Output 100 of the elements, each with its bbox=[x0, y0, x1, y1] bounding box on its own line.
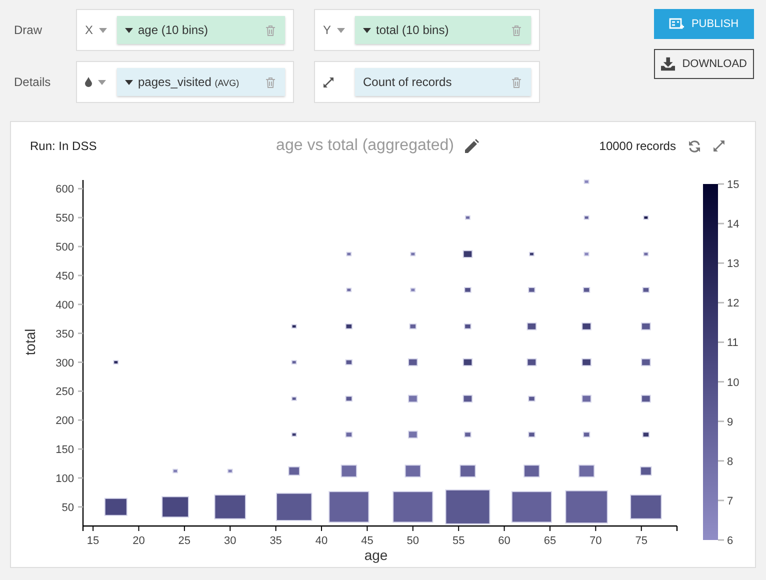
heat-cell bbox=[214, 494, 246, 520]
field-name: pages_visited (AVG) bbox=[138, 75, 240, 89]
heat-cell bbox=[408, 394, 418, 403]
heat-cell bbox=[584, 215, 590, 220]
heat-cell bbox=[291, 324, 297, 329]
record-count: 10000 records bbox=[599, 139, 676, 153]
heat-cell bbox=[410, 288, 416, 292]
color-scale-label: 12 bbox=[727, 298, 740, 310]
y-tick-label: 200 bbox=[56, 415, 74, 428]
heat-cell bbox=[582, 287, 590, 293]
heat-cell bbox=[408, 430, 418, 438]
y-tick-label: 550 bbox=[56, 212, 74, 225]
field-pill[interactable]: pages_visited (AVG) bbox=[117, 68, 285, 96]
heat-cell bbox=[528, 287, 536, 293]
heat-cell bbox=[392, 491, 434, 523]
x-tick-label: 40 bbox=[315, 535, 328, 547]
field-name: total (10 bins) bbox=[376, 23, 450, 37]
heat-cell bbox=[328, 491, 370, 523]
y-tick-label: 100 bbox=[56, 472, 74, 485]
axis-label: X bbox=[85, 23, 94, 37]
trash-icon[interactable] bbox=[266, 76, 275, 88]
heat-cell bbox=[642, 287, 650, 293]
caret-icon[interactable] bbox=[363, 28, 371, 32]
y-tick-label: 500 bbox=[56, 242, 74, 254]
heat-cell bbox=[462, 358, 473, 366]
heat-cell bbox=[643, 252, 649, 256]
heat-cell bbox=[408, 358, 418, 366]
heat-cell bbox=[578, 464, 595, 478]
heat-cell bbox=[104, 498, 128, 516]
heat-cell bbox=[582, 432, 590, 438]
expand-icon[interactable] bbox=[712, 140, 725, 152]
color-scale-label: 15 bbox=[727, 179, 740, 191]
field-name: Count of records bbox=[363, 75, 453, 89]
field-pill[interactable]: Count of records bbox=[355, 68, 531, 96]
heat-cell bbox=[524, 464, 540, 478]
heat-cell bbox=[582, 358, 592, 366]
heat-cell bbox=[113, 360, 119, 364]
heat-cell bbox=[584, 252, 590, 256]
x-tick-label: 35 bbox=[270, 535, 282, 547]
heat-cell bbox=[291, 432, 297, 437]
caret-icon[interactable] bbox=[125, 80, 133, 84]
heat-cell bbox=[643, 215, 649, 220]
trash-icon[interactable] bbox=[512, 24, 521, 36]
heat-cell bbox=[511, 491, 552, 523]
heat-cell bbox=[641, 358, 651, 366]
refresh-icon[interactable] bbox=[688, 140, 701, 152]
caret-icon[interactable] bbox=[125, 28, 133, 32]
x-tick-label: 15 bbox=[86, 535, 100, 547]
heat-cell bbox=[464, 323, 472, 330]
heat-cell bbox=[460, 464, 476, 478]
heat-cell bbox=[526, 358, 537, 366]
expand-icon bbox=[323, 76, 334, 88]
color-scale-label: 8 bbox=[727, 456, 734, 468]
trash-icon[interactable] bbox=[266, 24, 275, 36]
color-scale-label: 10 bbox=[727, 376, 740, 389]
x-tick-label: 70 bbox=[590, 535, 602, 547]
x-tick-label: 55 bbox=[452, 535, 465, 547]
heat-cell bbox=[640, 466, 652, 476]
heat-cell bbox=[227, 468, 233, 474]
heat-cell bbox=[345, 396, 353, 402]
heat-cell bbox=[345, 323, 353, 330]
y-tick-label: 50 bbox=[62, 502, 74, 514]
heat-cell bbox=[404, 464, 422, 478]
x-tick-label: 60 bbox=[498, 535, 510, 547]
heat-cell bbox=[642, 432, 650, 438]
y-tick-label: 400 bbox=[56, 299, 74, 312]
heat-cell bbox=[410, 252, 416, 256]
heat-cell bbox=[528, 396, 536, 402]
heat-cell bbox=[462, 394, 473, 403]
heat-cell bbox=[641, 394, 651, 403]
field-pill[interactable]: total (10 bins) bbox=[355, 16, 531, 44]
heat-cell bbox=[462, 250, 473, 258]
field-pill[interactable]: age (10 bins) bbox=[117, 16, 285, 44]
heat-cell bbox=[288, 466, 300, 476]
y-tick-label: 150 bbox=[56, 444, 74, 456]
heat-cell bbox=[630, 494, 662, 520]
y-tick-label: 350 bbox=[56, 328, 74, 340]
axis-label: Y bbox=[323, 23, 332, 37]
heat-cell bbox=[465, 215, 470, 220]
pencil-icon[interactable] bbox=[464, 138, 479, 154]
trash-icon[interactable] bbox=[512, 76, 521, 88]
heat-cell bbox=[445, 489, 490, 524]
y-tick-label: 450 bbox=[56, 270, 74, 282]
heat-cell bbox=[529, 252, 534, 256]
x-tick-label: 20 bbox=[132, 535, 145, 547]
x-tick-label: 30 bbox=[224, 535, 236, 547]
download-button[interactable]: DOWNLOAD bbox=[654, 49, 754, 79]
download-icon bbox=[661, 57, 676, 71]
heat-cell bbox=[345, 359, 353, 366]
row-label: Draw bbox=[13, 23, 44, 37]
row-label: Details bbox=[13, 75, 52, 89]
x-tick-label: 50 bbox=[406, 535, 420, 547]
color-scale-label: 11 bbox=[727, 337, 738, 350]
x-tick-label: 75 bbox=[635, 535, 648, 547]
heat-cell bbox=[464, 287, 472, 293]
heat-cell bbox=[276, 492, 312, 521]
heat-cell bbox=[584, 180, 590, 184]
y-tick-label: 600 bbox=[56, 184, 74, 196]
heat-cell bbox=[345, 432, 353, 438]
heat-cell bbox=[346, 252, 352, 256]
